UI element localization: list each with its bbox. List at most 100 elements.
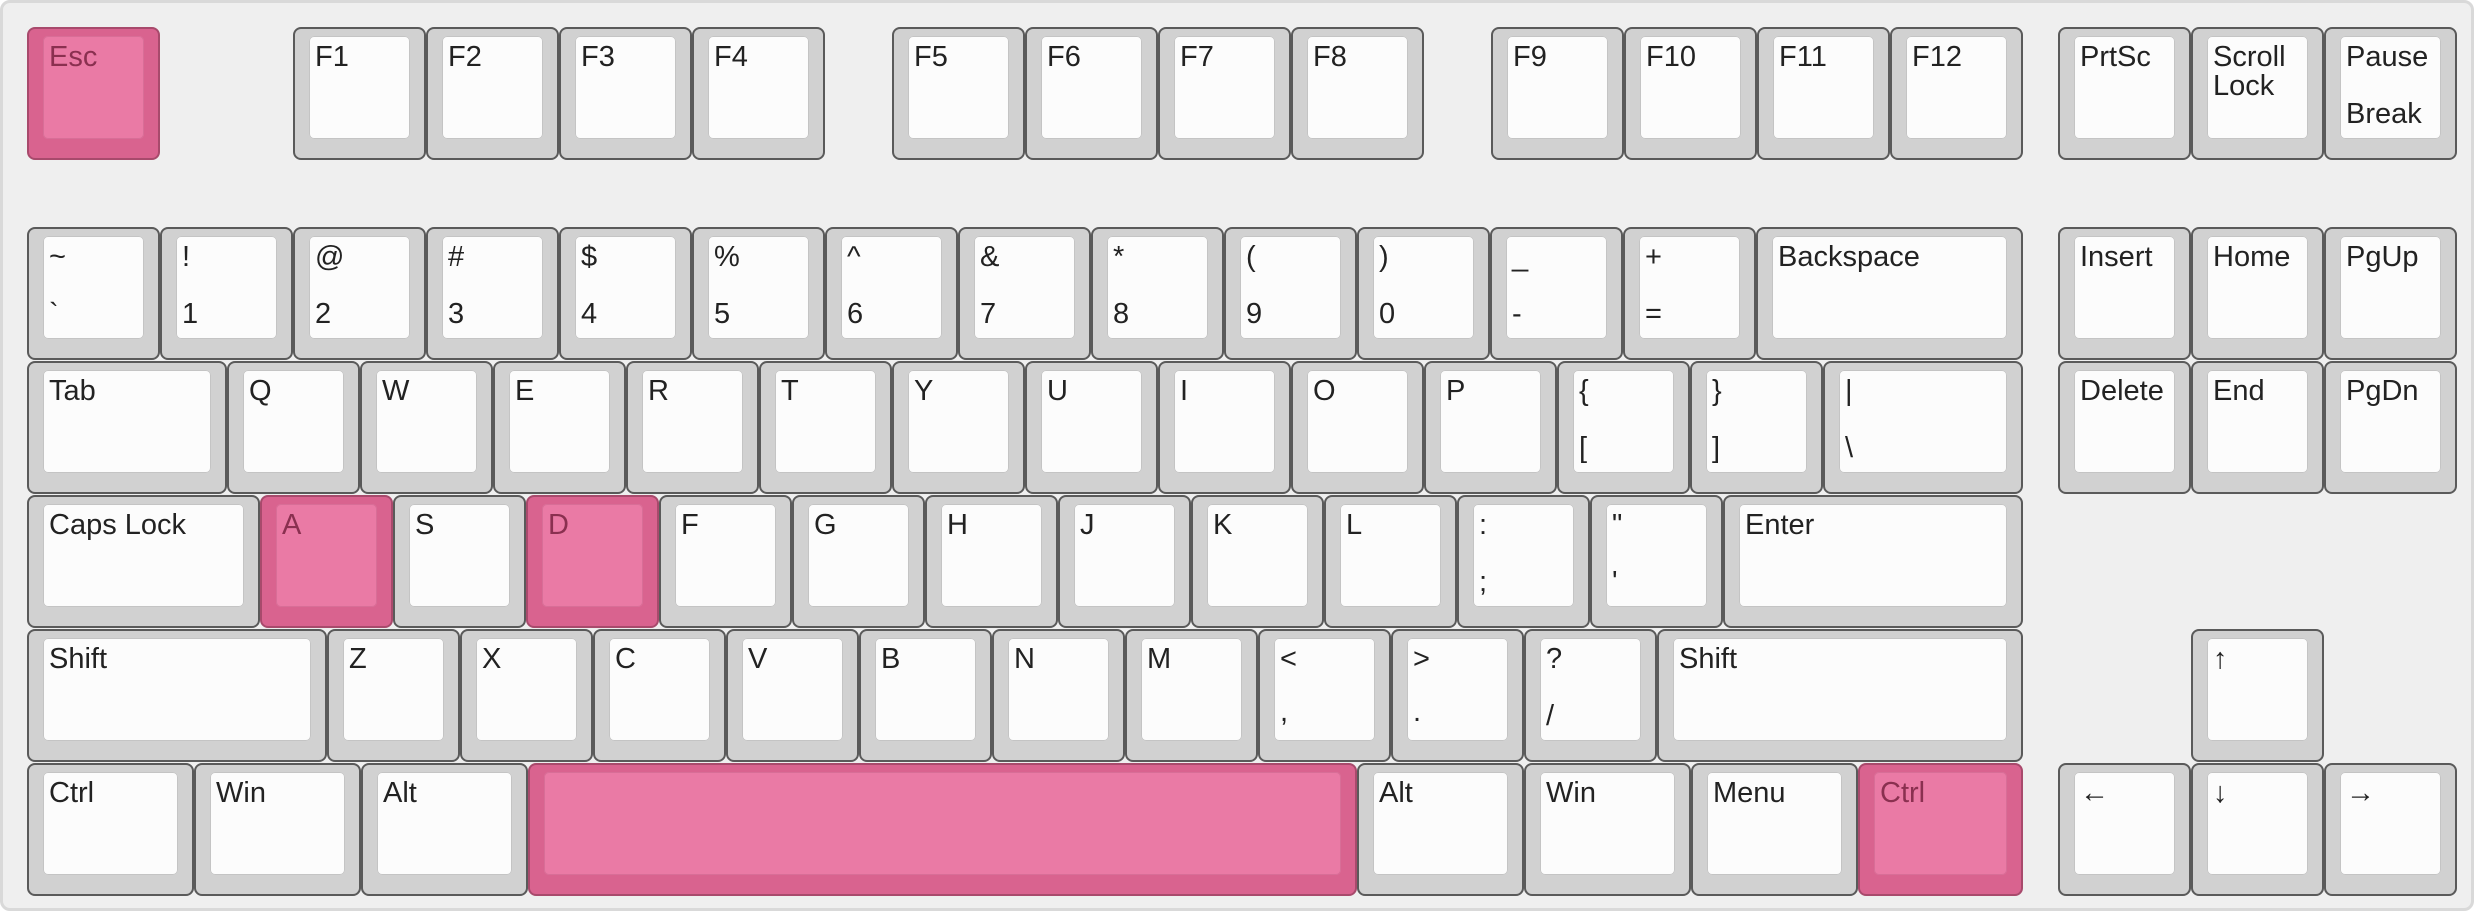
f3-key[interactable]: F3 [559, 27, 692, 160]
w-key[interactable]: W [360, 361, 493, 494]
m-key-label: M [1147, 643, 1172, 675]
f1-key[interactable]: F1 [293, 27, 426, 160]
x-key[interactable]: X [460, 629, 593, 762]
j-key[interactable]: J [1058, 495, 1191, 628]
scroll-lock-key[interactable]: Scroll Lock [2191, 27, 2324, 160]
menu-key[interactable]: Menu [1691, 763, 1858, 896]
digit-7-shift-label: & [980, 241, 1000, 273]
page-up-key[interactable]: PgUp [2324, 227, 2457, 360]
f7-key[interactable]: F7 [1158, 27, 1291, 160]
equals-key[interactable]: + = [1623, 227, 1756, 360]
prtsc-key[interactable]: PrtSc [2058, 27, 2191, 160]
right-bracket-key[interactable]: }] [1690, 361, 1823, 494]
f12-key[interactable]: F12 [1890, 27, 2023, 160]
digit-0-key[interactable]: ) 0 [1357, 227, 1490, 360]
digit-9-key[interactable]: (9 [1224, 227, 1357, 360]
c-key-label: C [615, 643, 636, 675]
f9-key[interactable]: F9 [1491, 27, 1624, 160]
f4-key[interactable]: F4 [692, 27, 825, 160]
o-key[interactable]: O [1291, 361, 1424, 494]
f5-key[interactable]: F5 [892, 27, 1025, 160]
r-key[interactable]: R [626, 361, 759, 494]
v-key[interactable]: V [726, 629, 859, 762]
f6-key-label: F6 [1047, 41, 1081, 73]
digit-7-key[interactable]: & 7 [958, 227, 1091, 360]
backslash-shift-label: | [1845, 375, 1853, 407]
c-key[interactable]: C [593, 629, 726, 762]
home-key[interactable]: Home [2191, 227, 2324, 360]
n-key[interactable]: N [992, 629, 1125, 762]
left-ctrl-key[interactable]: Ctrl [27, 763, 194, 896]
delete-key-label: Delete [2080, 375, 2164, 407]
f10-key[interactable]: F10 [1624, 27, 1757, 160]
y-key[interactable]: Y [892, 361, 1025, 494]
right-alt-key[interactable]: Alt [1357, 763, 1524, 896]
arrow-right-key[interactable]: → [2324, 763, 2457, 896]
digit-3-key[interactable]: #3 [426, 227, 559, 360]
right-win-key[interactable]: Win [1524, 763, 1691, 896]
s-key[interactable]: S [393, 495, 526, 628]
digit-8-label: 8 [1113, 298, 1130, 330]
q-key[interactable]: Q [227, 361, 360, 494]
page-down-key[interactable]: PgDn [2324, 361, 2457, 494]
t-key[interactable]: T [759, 361, 892, 494]
m-key[interactable]: M [1125, 629, 1258, 762]
space-key[interactable] [528, 763, 1357, 896]
f-key[interactable]: F [659, 495, 792, 628]
digit-5-key[interactable]: % 5 [692, 227, 825, 360]
caps-lock-key[interactable]: Caps Lock [27, 495, 260, 628]
pause-key-label: Pause [2346, 41, 2429, 73]
comma-key[interactable]: <, [1258, 629, 1391, 762]
h-key[interactable]: H [925, 495, 1058, 628]
backslash-key[interactable]: | \ [1823, 361, 2023, 494]
u-key[interactable]: U [1025, 361, 1158, 494]
backspace-key[interactable]: Backspace [1756, 227, 2023, 360]
digit-2-key[interactable]: @2 [293, 227, 426, 360]
arrow-down-key[interactable]: ↓ [2191, 763, 2324, 896]
f2-key[interactable]: F2 [426, 27, 559, 160]
delete-key[interactable]: Delete [2058, 361, 2191, 494]
i-key[interactable]: I [1158, 361, 1291, 494]
b-key[interactable]: B [859, 629, 992, 762]
right-shift-key[interactable]: Shift [1657, 629, 2023, 762]
digit-9-label: 9 [1246, 298, 1263, 330]
z-key[interactable]: Z [327, 629, 460, 762]
semicolon-key[interactable]: :; [1457, 495, 1590, 628]
e-key[interactable]: E [493, 361, 626, 494]
f6-key[interactable]: F6 [1025, 27, 1158, 160]
a-key[interactable]: A [260, 495, 393, 628]
esc-key[interactable]: Esc [27, 27, 160, 160]
digit-1-key[interactable]: ! 1 [160, 227, 293, 360]
k-key[interactable]: K [1191, 495, 1324, 628]
right-ctrl-key[interactable]: Ctrl [1858, 763, 2023, 896]
f11-key[interactable]: F11 [1757, 27, 1890, 160]
h-key-label: H [947, 509, 968, 541]
left-bracket-key[interactable]: {[ [1557, 361, 1690, 494]
l-key[interactable]: L [1324, 495, 1457, 628]
pause-break-key[interactable]: Pause Break [2324, 27, 2457, 160]
quote-key[interactable]: " ' [1590, 495, 1723, 628]
digit-4-key[interactable]: $4 [559, 227, 692, 360]
left-shift-key[interactable]: Shift [27, 629, 327, 762]
insert-key[interactable]: Insert [2058, 227, 2191, 360]
p-key[interactable]: P [1424, 361, 1557, 494]
end-key[interactable]: End [2191, 361, 2324, 494]
f10-key-label: F10 [1646, 41, 1696, 73]
tab-key[interactable]: Tab [27, 361, 227, 494]
enter-key[interactable]: Enter [1723, 495, 2023, 628]
left-win-key[interactable]: Win [194, 763, 361, 896]
comma-label: , [1280, 696, 1289, 728]
digit-0-shift-label: ) [1379, 241, 1389, 273]
minus-key[interactable]: _ - [1490, 227, 1623, 360]
period-key[interactable]: >. [1391, 629, 1524, 762]
d-key[interactable]: D [526, 495, 659, 628]
arrow-up-key[interactable]: ↑ [2191, 629, 2324, 762]
left-alt-key[interactable]: Alt [361, 763, 528, 896]
g-key[interactable]: G [792, 495, 925, 628]
arrow-left-key[interactable]: ← [2058, 763, 2191, 896]
digit-6-key[interactable]: ^ 6 [825, 227, 958, 360]
f8-key[interactable]: F8 [1291, 27, 1424, 160]
digit-8-key[interactable]: * 8 [1091, 227, 1224, 360]
grave-key[interactable]: ~ ` [27, 227, 160, 360]
slash-key[interactable]: ? / [1524, 629, 1657, 762]
